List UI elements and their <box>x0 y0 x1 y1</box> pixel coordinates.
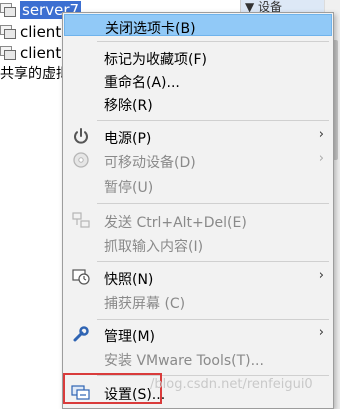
menu-item-removable-devices[interactable]: 可移动设备(D) › <box>64 149 332 171</box>
menu-item-manage[interactable]: 管理(M) › <box>64 323 332 345</box>
menu-item-label: 发送 Ctrl+Alt+Del(E) <box>104 215 247 231</box>
menu-item-label: 抓取输入内容(I) <box>104 239 204 255</box>
menu-item-power[interactable]: 电源(P) › <box>64 125 332 147</box>
context-menu: 关闭选项卡(B) 标记为收藏项(F) 重命名(A)... 移除(R) 电源(P)… <box>62 12 334 409</box>
callout-highlight-box <box>63 373 162 404</box>
menu-item-label: 移除(R) <box>104 98 153 114</box>
menu-item-label: 捕获屏幕 (C) <box>104 296 186 312</box>
menu-item-label: 关闭选项卡(B) <box>105 21 196 37</box>
menu-separator <box>97 261 329 262</box>
menu-item-label: 电源(P) <box>104 131 152 147</box>
menu-item-close-tab[interactable]: 关闭选项卡(B) <box>64 14 332 37</box>
vm-icon <box>0 3 16 17</box>
menu-item-install-vmware-tools[interactable]: 安装 VMware Tools(T)... <box>64 347 332 369</box>
chevron-right-icon: › <box>318 127 324 142</box>
snapshot-icon <box>70 268 92 286</box>
vm-icon <box>0 25 16 39</box>
tree-item-label: 共享的虚拟 <box>0 66 70 82</box>
menu-item-capture-screen[interactable]: 捕获屏幕 (C) <box>64 290 332 312</box>
tree-item-client-2[interactable]: client <box>0 43 61 63</box>
ctrl-alt-del-icon <box>70 211 92 229</box>
menu-item-label: 安装 VMware Tools(T)... <box>104 353 264 369</box>
vm-icon <box>0 46 16 60</box>
menu-item-rename[interactable]: 重命名(A)... <box>64 69 332 91</box>
menu-item-snapshot[interactable]: 快照(N) › <box>64 266 332 288</box>
menu-separator <box>97 319 329 320</box>
menu-separator <box>97 41 329 42</box>
tree-item-label: client <box>20 23 62 41</box>
menu-item-label: 重命名(A)... <box>104 75 180 91</box>
disc-icon <box>70 151 92 169</box>
menu-item-send-ctrl-alt-del[interactable]: 发送 Ctrl+Alt+Del(E) <box>64 209 332 231</box>
chevron-right-icon: › <box>318 325 324 340</box>
menu-item-label: 管理(M) <box>104 329 156 345</box>
menu-item-label: 快照(N) <box>104 272 154 288</box>
tree-item-client-1[interactable]: client <box>0 22 61 42</box>
menu-item-remove[interactable]: 移除(R) <box>64 92 332 114</box>
chevron-right-icon: › <box>318 268 324 283</box>
menu-separator <box>97 120 329 121</box>
power-icon <box>70 127 92 145</box>
menu-item-label: 暂停(U) <box>104 180 154 196</box>
watermark: /blog.csdn.net/renfeigui0 <box>150 377 313 392</box>
menu-item-pause[interactable]: 暂停(U) <box>64 174 332 196</box>
menu-item-label: 标记为收藏项(F) <box>104 52 207 68</box>
chevron-right-icon: › <box>318 151 324 166</box>
menu-item-mark-favorite[interactable]: 标记为收藏项(F) <box>64 46 332 68</box>
menu-item-label: 可移动设备(D) <box>104 155 196 171</box>
tree-item-label: client <box>20 44 62 62</box>
wrench-icon <box>70 325 92 343</box>
menu-item-grab-input[interactable]: 抓取输入内容(I) <box>64 233 332 255</box>
tree-item-shared-vms[interactable]: 共享的虚拟 <box>0 63 70 83</box>
menu-separator <box>97 203 329 204</box>
